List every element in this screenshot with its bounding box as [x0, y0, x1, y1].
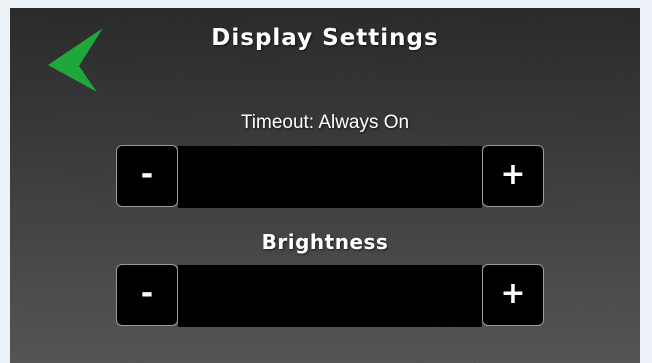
brightness-label: Brightness — [261, 230, 389, 254]
timeout-control: - + — [116, 145, 544, 209]
brightness-control: - + — [116, 264, 544, 328]
window-frame: Display Settings Timeout: Always On - + … — [0, 0, 652, 363]
brightness-increase-button[interactable]: + — [482, 264, 544, 326]
timeout-increase-button[interactable]: + — [482, 145, 544, 207]
page-title: Display Settings — [211, 25, 439, 51]
timeout-label: Timeout: Always On — [240, 112, 410, 133]
timeout-slider-track[interactable] — [178, 146, 482, 208]
timeout-decrease-button[interactable]: - — [116, 145, 178, 207]
brightness-decrease-button[interactable]: - — [116, 264, 178, 326]
settings-screen: Display Settings Timeout: Always On - + … — [10, 8, 640, 363]
brightness-slider-track[interactable] — [178, 265, 482, 327]
